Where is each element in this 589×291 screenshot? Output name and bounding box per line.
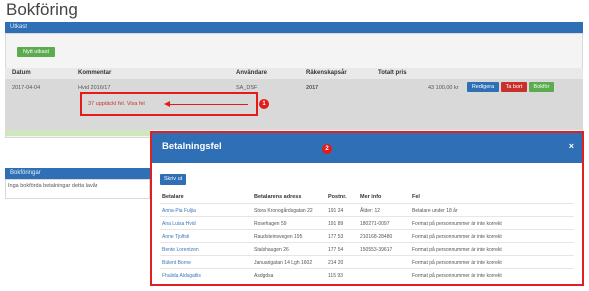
payer-postnr: 214 20 [328, 260, 344, 266]
close-icon[interactable]: × [569, 141, 574, 151]
payer-link[interactable]: Fhalida Aldsgatlis [162, 273, 201, 279]
row-total: 43 100,00 kr [428, 85, 459, 91]
payer-error: Format på personnummer är inte korrekt [412, 247, 502, 253]
col-betalare: Betalare [162, 194, 184, 200]
payer-info: 150553-39617 [360, 247, 393, 253]
payer-error: Format på personnummer är inte korrekt [412, 260, 502, 266]
payer-info: 180271-0097 [360, 221, 390, 227]
payer-address: Raudsteinsvegen 195 [254, 234, 303, 240]
table-row: Bülent Borne Januarigatan 14 Lgh 1602 21… [160, 255, 574, 269]
row-date: 2017-04-04 [12, 85, 41, 91]
payer-address: Stora Kronogårdsgatan 22 [254, 208, 313, 214]
payer-error: Format på personnummer är inte korrekt [412, 221, 502, 227]
col-adress: Betalarens adress [254, 194, 302, 200]
payment-errors-modal: Betalningsfel 2 × Skriv ut Betalare Beta… [150, 131, 584, 286]
payer-address: Stalshaugen 26 [254, 247, 289, 253]
payer-postnr: 177 54 [328, 247, 344, 253]
payer-error: Betalare under 18 år [412, 208, 458, 214]
edit-button[interactable]: Redigera [467, 82, 499, 92]
payer-info: Ålder: 12 [360, 208, 381, 214]
col-kommentar: Kommentar [78, 70, 112, 76]
col-anvandare: Användare [236, 70, 268, 76]
payer-link[interactable]: Bülent Borne [162, 260, 191, 266]
annotation-marker-1: 1 [259, 99, 269, 109]
payer-address: Asdgdsa [254, 273, 274, 279]
modal-title: Betalningsfel [162, 141, 222, 152]
table-row: Fhalida Aldsgatlis Asdgdsa 115 93 Format… [160, 268, 574, 282]
table-row: Ana Luisa Hvid Rosehagen 59 191 89 18027… [160, 216, 574, 230]
annotation-arrow-line [170, 104, 248, 105]
page-title: Bokföring [6, 0, 78, 19]
progress-strip [5, 130, 150, 136]
utkast-panel-header: Utkast [5, 22, 583, 33]
book-button[interactable]: Bokför [529, 82, 554, 92]
payer-address: Januarigatan 14 Lgh 1602 [254, 260, 313, 266]
print-button[interactable]: Skriv ut [160, 174, 186, 185]
payer-error: Format på personnummer är inte korrekt [412, 273, 502, 279]
annotation-marker-2: 2 [322, 144, 332, 154]
col-fel: Fel [412, 194, 420, 200]
bokforingar-panel-header: Bokföringar [5, 168, 150, 179]
col-rakenskapsar: Räkenskapsår [306, 70, 347, 76]
col-mer-info: Mer info [360, 194, 382, 200]
bokforingar-panel [5, 179, 150, 199]
payer-error: Format på personnummer är inte korrekt [412, 234, 502, 240]
col-postnr: Postnr. [328, 194, 347, 200]
payer-postnr: 191 24 [328, 208, 344, 214]
payer-postnr: 177 53 [328, 234, 344, 240]
delete-button[interactable]: Ta bort [501, 82, 527, 92]
payer-info: 210168-28480 [360, 234, 393, 240]
payer-address: Rosehagen 59 [254, 221, 287, 227]
table-row: Bente Lorentzen Stalshaugen 26 177 54 15… [160, 242, 574, 256]
payer-link[interactable]: Anne Tjolfsti [162, 234, 189, 240]
payer-link[interactable]: Bente Lorentzen [162, 247, 199, 253]
bokforingar-empty-text: Inga bokförda betalningar detta lavår [8, 183, 98, 189]
payer-link[interactable]: Ana Luisa Hvid [162, 221, 196, 227]
row-year: 2017 [306, 85, 319, 91]
new-draft-button[interactable]: Nytt utkast [17, 47, 55, 57]
table-row: Anne Tjolfsti Raudsteinsvegen 195 177 53… [160, 229, 574, 243]
table-row: Anna-Pia Fuljia Stora Kronogårdsgatan 22… [160, 203, 574, 217]
payer-postnr: 191 89 [328, 221, 344, 227]
payer-postnr: 115 93 [328, 273, 343, 279]
row-user: SA_DSF [236, 85, 258, 91]
row-comment: Hvid 2016/17 [78, 85, 111, 91]
col-datum: Datum [12, 70, 31, 76]
annotation-arrow-head [164, 101, 170, 107]
view-errors-link[interactable]: 37 upptäckt fel. Visa fel [88, 101, 145, 107]
payer-link[interactable]: Anna-Pia Fuljia [162, 208, 196, 214]
col-totalt-pris: Totalt pris [378, 70, 407, 76]
